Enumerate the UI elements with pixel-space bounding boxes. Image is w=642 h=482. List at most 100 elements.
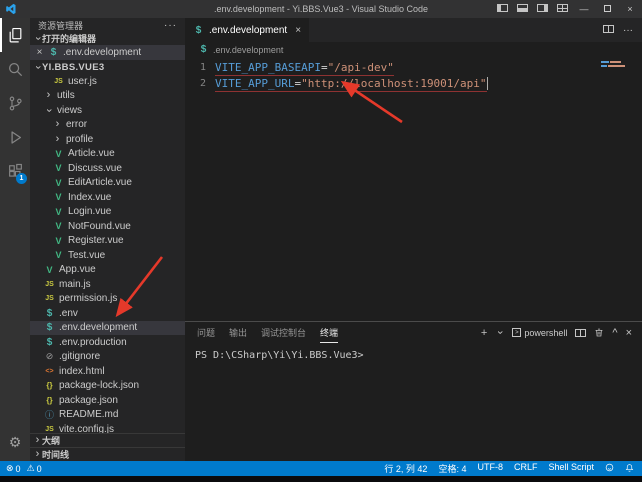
- extensions-icon[interactable]: 1: [0, 154, 30, 188]
- tree-file-EditArticle.vue[interactable]: VEditArticle.vue: [30, 176, 185, 191]
- tree-file-.env.development[interactable]: $.env.development: [30, 321, 185, 336]
- extensions-badge: 1: [16, 173, 27, 184]
- panel-header: 问题输出调试控制台终端 + › > powershell: [185, 322, 642, 343]
- env-file-icon: $: [198, 44, 209, 55]
- kill-terminal-icon[interactable]: [594, 327, 604, 338]
- tree-folder-profile[interactable]: ›profile: [30, 132, 185, 147]
- tree-file-Article.vue[interactable]: VArticle.vue: [30, 147, 185, 162]
- split-editor-icon[interactable]: [603, 25, 614, 36]
- tree-file-.gitignore[interactable]: ⊘.gitignore: [30, 350, 185, 365]
- minimap[interactable]: [601, 61, 637, 69]
- tree-folder-error[interactable]: ›error: [30, 118, 185, 133]
- tree-folder-utils[interactable]: ›utils: [30, 89, 185, 104]
- tree-file-index.html[interactable]: <>index.html: [30, 364, 185, 379]
- toggle-sidebar-icon[interactable]: [497, 4, 508, 15]
- tree-file-package.json[interactable]: {}package.json: [30, 393, 185, 408]
- breadcrumb[interactable]: $ .env.development: [185, 42, 642, 57]
- vue-file-icon: V: [53, 250, 64, 260]
- code-line-2[interactable]: 2VITE_APP_URL="http://localhost:19001/ap…: [185, 76, 642, 92]
- tree-file-.env[interactable]: $.env: [30, 306, 185, 321]
- terminal-output[interactable]: PS D:\CSharp\Yi\Yi.BBS.Vue3>: [185, 343, 642, 461]
- tree-file-main.js[interactable]: JSmain.js: [30, 277, 185, 292]
- tree-file-Index.vue[interactable]: VIndex.vue: [30, 190, 185, 205]
- open-editors-header[interactable]: › 打开的编辑器: [30, 32, 185, 45]
- explorer-icon[interactable]: [0, 18, 30, 52]
- file-label: Register.vue: [68, 235, 124, 246]
- code-editor[interactable]: 1VITE_APP_BASEAPI="/api-dev"2VITE_APP_UR…: [185, 57, 642, 321]
- tree-folder-views[interactable]: ›views: [30, 103, 185, 118]
- project-root-header[interactable]: › YI.BBS.VUE3: [30, 60, 185, 74]
- tree-file-Discuss.vue[interactable]: VDiscuss.vue: [30, 161, 185, 176]
- status-right-items: 行 2, 列 42 空格: 4 UTF-8 CRLF Shell Script: [384, 462, 594, 475]
- maximize-button[interactable]: [600, 4, 614, 14]
- tree-file-Register.vue[interactable]: VRegister.vue: [30, 234, 185, 249]
- maximize-panel-icon[interactable]: ^: [612, 327, 617, 339]
- more-actions-icon[interactable]: ···: [164, 20, 177, 31]
- feedback-smiley-icon[interactable]: [605, 463, 614, 474]
- close-editor-icon[interactable]: ×: [35, 47, 44, 58]
- open-editor-item[interactable]: × $ .env.development: [30, 45, 185, 60]
- new-terminal-icon[interactable]: +: [481, 327, 487, 339]
- notifications-bell-icon[interactable]: [625, 463, 634, 475]
- js-file-icon: JS: [53, 78, 64, 85]
- timeline-section[interactable]: › 时间线: [30, 447, 185, 461]
- settings-gear-icon[interactable]: ⚙: [0, 427, 30, 457]
- window-bottom-edge: [0, 476, 642, 482]
- panel-tab-终端[interactable]: 终端: [320, 322, 338, 343]
- run-debug-icon[interactable]: [0, 120, 30, 154]
- warning-icon: ⚠: [27, 463, 35, 474]
- env-file-icon: $: [44, 337, 55, 348]
- minimize-button[interactable]: —: [577, 4, 591, 14]
- close-panel-icon[interactable]: ×: [626, 327, 632, 339]
- problems-indicator[interactable]: ⊗ 0 ⚠ 0: [6, 463, 42, 474]
- status-item[interactable]: Shell Script: [548, 462, 594, 475]
- shell-name: powershell: [524, 328, 567, 338]
- toggle-secondary-sidebar-icon[interactable]: [537, 4, 548, 15]
- tree-file-vite.config.js[interactable]: JSvite.config.js: [30, 422, 185, 433]
- customize-layout-icon[interactable]: [557, 4, 568, 15]
- chevron-down-icon: ›: [33, 34, 42, 43]
- tree-file-.env.production[interactable]: $ .env.production: [30, 335, 185, 350]
- toggle-panel-icon[interactable]: [517, 4, 528, 15]
- file-label: main.js: [59, 279, 91, 290]
- panel-tab-问题[interactable]: 问题: [197, 322, 215, 343]
- status-item[interactable]: CRLF: [514, 462, 538, 475]
- close-tab-icon[interactable]: ×: [295, 25, 301, 36]
- sidebar-title: 资源管理器: [38, 19, 83, 32]
- tree-file-README.md[interactable]: ⓘREADME.md: [30, 408, 185, 423]
- env-file-icon: $: [193, 25, 204, 36]
- tree-file-package-lock.json[interactable]: {}package-lock.json: [30, 379, 185, 394]
- breadcrumb-item[interactable]: .env.development: [213, 45, 283, 55]
- bottom-panel: 问题输出调试控制台终端 + › > powershell: [185, 321, 642, 461]
- vscode-logo-icon[interactable]: [5, 3, 17, 15]
- file-label: NotFound.vue: [68, 221, 131, 232]
- tab-env-development[interactable]: $ .env.development ×: [185, 18, 309, 42]
- tree-file-NotFound.vue[interactable]: VNotFound.vue: [30, 219, 185, 234]
- tree-file-App.vue[interactable]: VApp.vue: [30, 263, 185, 278]
- more-editor-actions-icon[interactable]: ···: [623, 25, 633, 36]
- terminal-dropdown-icon[interactable]: ›: [495, 328, 504, 337]
- terminal-prompt: PS D:\CSharp\Yi\Yi.BBS.Vue3>: [195, 350, 364, 361]
- tree-file-permission.js[interactable]: JSpermission.js: [30, 292, 185, 307]
- vue-file-icon: V: [53, 207, 64, 217]
- open-editors-label: 打开的编辑器: [42, 32, 96, 45]
- source-control-icon[interactable]: [0, 86, 30, 120]
- search-icon[interactable]: [0, 52, 30, 86]
- panel-tab-输出[interactable]: 输出: [229, 322, 247, 343]
- error-count: 0: [16, 464, 21, 474]
- file-label: Index.vue: [68, 192, 111, 203]
- status-item[interactable]: 空格: 4: [438, 462, 466, 475]
- status-item[interactable]: UTF-8: [477, 462, 503, 475]
- panel-tab-调试控制台[interactable]: 调试控制台: [261, 322, 306, 343]
- tree-file-Test.vue[interactable]: VTest.vue: [30, 248, 185, 263]
- tree-file-Login.vue[interactable]: VLogin.vue: [30, 205, 185, 220]
- code-line-1[interactable]: 1VITE_APP_BASEAPI="/api-dev": [185, 60, 642, 76]
- chevron-right-icon: ›: [53, 120, 62, 129]
- tree-file-user.js[interactable]: JSuser.js: [30, 74, 185, 89]
- close-button[interactable]: ×: [623, 4, 637, 14]
- split-terminal-icon[interactable]: [575, 329, 586, 337]
- terminal-shell-selector[interactable]: > powershell: [512, 328, 567, 338]
- outline-section[interactable]: › 大纲: [30, 433, 185, 447]
- file-label: .env.production: [59, 337, 127, 348]
- status-item[interactable]: 行 2, 列 42: [384, 462, 427, 475]
